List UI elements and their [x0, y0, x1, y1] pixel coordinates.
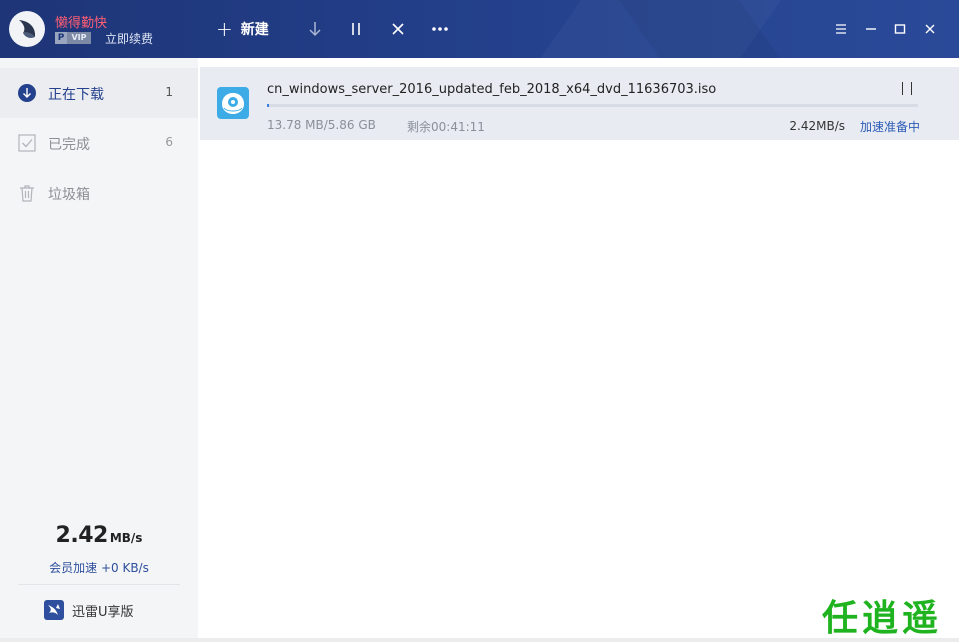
sidebar-item-label: 正在下载: [48, 87, 104, 103]
file-size: 13.78 MB/5.86 GB: [267, 118, 376, 132]
menu-icon: [836, 24, 846, 34]
disc-image-file-icon: [217, 87, 249, 119]
pause-icon: [911, 82, 912, 95]
time-remaining: 剩余00:41:11: [407, 120, 485, 134]
speed-value: 2.42: [55, 523, 109, 548]
main-menu-button[interactable]: [832, 20, 850, 38]
start-download-button[interactable]: [305, 19, 325, 39]
vip-acceleration-speed: 会员加速 +0 KB/s: [49, 561, 149, 575]
sidebar-item-count: 6: [165, 135, 173, 149]
sidebar-item-trash[interactable]: 垃圾箱: [0, 168, 198, 218]
download-rate: 2.42MB/s: [789, 119, 845, 133]
file-name: cn_windows_server_2016_updated_feb_2018_…: [267, 82, 717, 97]
title-bar: 懒得勤快 P VIP 立即续费 + 新建: [0, 0, 959, 58]
speed-unit: MB/s: [109, 531, 143, 545]
u-edition-label: 迅雷U享版: [72, 604, 134, 620]
sidebar-divider: [18, 584, 180, 585]
downloading-icon: [18, 84, 36, 102]
sidebar-item-completed[interactable]: 已完成 6: [0, 118, 198, 168]
new-task-button[interactable]: + 新建: [216, 18, 269, 40]
plus-icon: +: [216, 17, 233, 41]
pause-all-button[interactable]: [346, 19, 366, 39]
minimize-icon: [866, 28, 876, 30]
thunder-bird-icon: [44, 600, 64, 620]
maximize-icon: [894, 24, 906, 34]
download-progress-fill: [267, 104, 269, 107]
delete-task-button[interactable]: [388, 19, 408, 39]
vip-badge: P VIP: [55, 32, 91, 44]
current-speed: 2.42 MB/s: [0, 523, 198, 548]
acceleration-status-link[interactable]: 加速准备中: [860, 118, 920, 135]
avatar[interactable]: [9, 11, 45, 47]
vip-badge-p: P: [55, 32, 67, 44]
pause-icon: [902, 82, 903, 95]
minimize-button[interactable]: [862, 20, 880, 38]
download-row[interactable]: cn_windows_server_2016_updated_feb_2018_…: [200, 67, 959, 140]
pause-all-icon: [352, 23, 360, 35]
download-progress-bar: [267, 104, 918, 107]
sidebar-item-label: 垃圾箱: [48, 187, 90, 203]
watermark: 任逍遥: [822, 597, 943, 639]
username[interactable]: 懒得勤快: [55, 12, 107, 31]
bird-avatar-icon: [19, 20, 36, 38]
renew-vip-link[interactable]: 立即续费: [105, 30, 153, 47]
sidebar-item-count: 1: [165, 85, 173, 99]
u-edition-link[interactable]: 迅雷U享版: [44, 599, 134, 621]
close-button[interactable]: [921, 20, 939, 38]
close-icon: [925, 24, 935, 34]
sidebar: 正在下载 1 已完成 6 垃圾箱 2.42 MB/s 会员加速 +0 KB/s 迅…: [0, 58, 198, 642]
maximize-button[interactable]: [891, 20, 909, 38]
completed-check-icon: [18, 134, 36, 152]
delete-icon: [392, 23, 404, 35]
new-task-label: 新建: [240, 22, 269, 38]
more-icon: [432, 27, 448, 31]
pause-task-button[interactable]: [900, 82, 914, 96]
download-arrow-icon: [309, 22, 321, 37]
sidebar-item-label: 已完成: [48, 137, 90, 153]
trash-icon: [20, 185, 34, 202]
bottom-border: [0, 638, 959, 642]
more-button[interactable]: [430, 19, 450, 39]
vip-badge-label: VIP: [67, 32, 91, 44]
sidebar-item-downloading[interactable]: 正在下载 1: [0, 68, 198, 118]
